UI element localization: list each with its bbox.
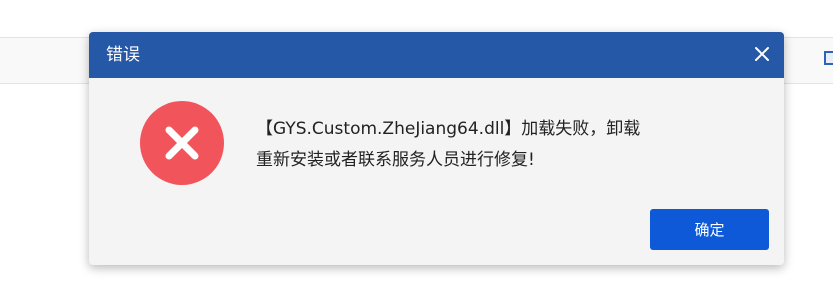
- close-button[interactable]: [748, 40, 776, 68]
- error-x-icon: [140, 101, 224, 185]
- error-dialog: 错误 【GYS.Custom.ZheJiang64.dll】加载失败，卸载 重新…: [89, 32, 784, 265]
- error-message: 【GYS.Custom.ZheJiang64.dll】加载失败，卸载 重新安装或…: [256, 114, 756, 176]
- dialog-titlebar: 错误: [89, 32, 784, 78]
- background-app-icon: [824, 51, 833, 65]
- close-icon: [755, 47, 769, 61]
- error-message-line-1: 【GYS.Custom.ZheJiang64.dll】加载失败，卸载: [256, 119, 641, 139]
- dialog-title: 错误: [106, 45, 140, 65]
- error-message-line-2: 重新安装或者联系服务人员进行修复!: [256, 150, 535, 170]
- screen: 错误 【GYS.Custom.ZheJiang64.dll】加载失败，卸载 重新…: [0, 0, 833, 282]
- ok-button[interactable]: 确定: [650, 209, 769, 250]
